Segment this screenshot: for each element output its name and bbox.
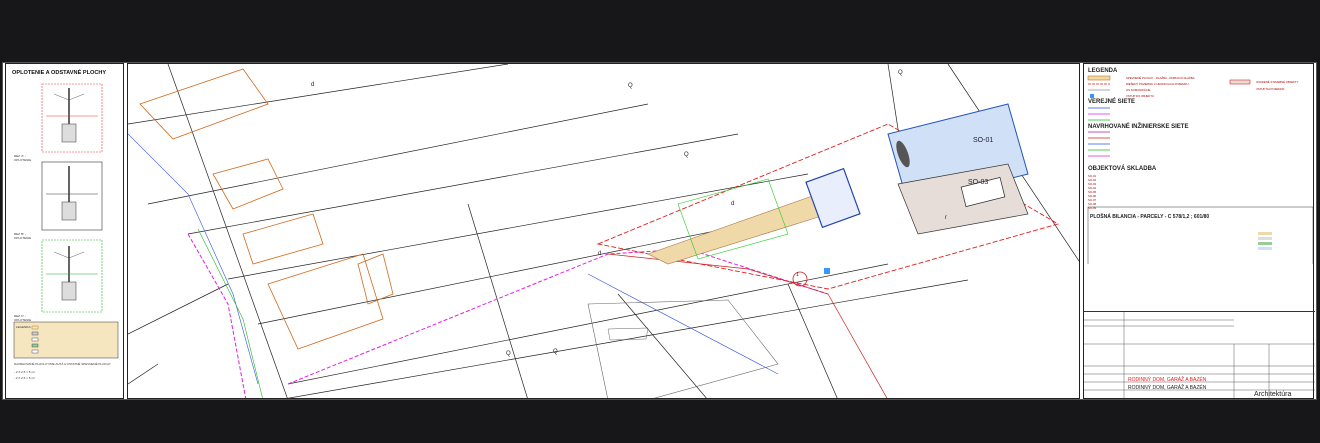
left-legend-label: LEGENDA: (16, 325, 32, 329)
fence-detail-panel: OPLOTENIE A ODSTAVNÉ PLOCHY REZ 'A' - OP… (5, 63, 124, 399)
legend-row: OS KOMUNIKÁCIE (1126, 88, 1151, 92)
legend-row: VSTUP DO OBJEKTU (1126, 94, 1154, 98)
legend-row: RIEŠENÝ POZEMOK V HRANICIACH POZEMKU (1126, 82, 1189, 86)
parcel-label: Q (898, 70, 903, 76)
legend-row-right: VSTUP NA POZEMOK (1256, 87, 1285, 91)
left-note-3: - 2 X 2,5 = 5 m² (14, 376, 35, 380)
area-balance-title: PLOŠNÁ BILANCIA - PARCELY - C 578/1,2 ; … (1090, 214, 1210, 220)
parcel-label: d (311, 82, 315, 88)
project-title: RODINNÝ DOM, GARÁŽ A BAZÉN (1128, 385, 1207, 391)
left-note-2: - 2 X 2,5 = 5 m² (14, 370, 35, 374)
object-row: SO-09 (1088, 206, 1097, 210)
drawing-sheet: OPLOTENIE A ODSTAVNÉ PLOCHY REZ 'A' - OP… (3, 63, 1316, 400)
parcel-label: Q (684, 152, 689, 158)
fence-detail-drawings (13, 83, 119, 359)
parcel-label: d (731, 201, 735, 207)
legend-row-right: OSADENÉ STAVEBNÉ OBJEKTY (1256, 80, 1299, 84)
parcel-label: Q (506, 351, 511, 357)
parcel-label: Q (553, 349, 558, 355)
parcel-label: d (598, 251, 602, 257)
proposed-networks-title: NAVRHOVANÉ INŽINIERSKE SIETE (1088, 124, 1189, 130)
scale-ref: 1 (796, 272, 799, 278)
project-title-red: RODINNÝ DOM, GARÁŽ A BAZÉN (1128, 377, 1207, 383)
legend-panel: LEGENDA SPEVNENÉ PLOCHY - DLAŽBA - ZÁMKO… (1083, 63, 1315, 400)
legend-row: SPEVNENÉ PLOCHY - DLAŽBA - ZÁMKOVÁ DLAŽB… (1126, 76, 1195, 80)
object-list-title: OBJEKTOVÁ SKLADBA (1088, 166, 1157, 172)
detail-c-label: REZ 'C' - OPLOTENIE (14, 314, 32, 322)
legend-swatches (1087, 75, 1314, 264)
left-note-1: NAVRHOVANÉ PLOCHY PRE AUTÁ A OSTATNÉ SPE… (14, 362, 111, 366)
title-block: RODINNÝ DOM, GARÁŽ A BAZÉN RODINNÝ DOM, … (1084, 311, 1315, 400)
site-plan-drawing (128, 64, 1079, 398)
parcel-label: r (945, 215, 947, 221)
building-label-so01: SO-01 (973, 137, 994, 144)
building-label-so03: SO-03 (968, 179, 989, 186)
public-networks-title: VEREJNÉ SIETE (1088, 99, 1136, 105)
detail-a-label: REZ 'A' - OPLOTENIE (14, 154, 32, 162)
detail-b-label: REZ 'B' - OPLOTENIE (14, 232, 32, 240)
parcel-label: Q (628, 83, 633, 89)
discipline-label: Architektúra (1254, 391, 1292, 398)
site-plan-panel: d Q Q Q d r d Q Q SO-01 SO-03 1 (127, 63, 1080, 399)
